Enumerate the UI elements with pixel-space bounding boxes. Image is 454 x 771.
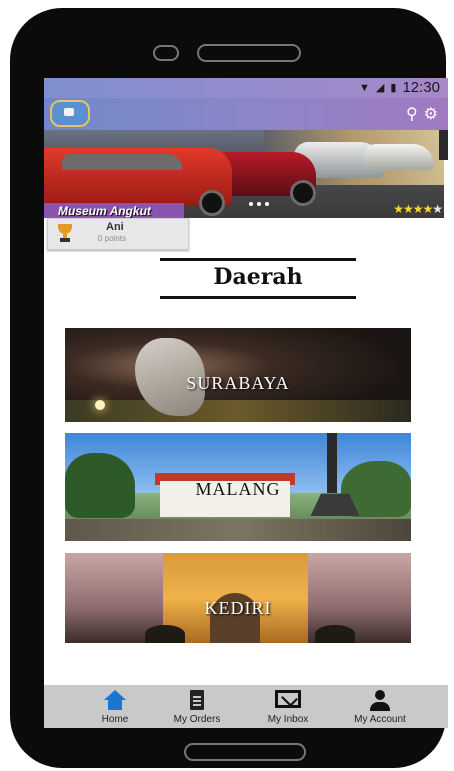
carousel-dot[interactable] (257, 202, 261, 206)
banner-title: Museum Angkut (58, 204, 151, 218)
document-icon (190, 690, 204, 710)
nav-my-orders[interactable]: My Orders (152, 685, 242, 728)
title-rule-bottom (160, 296, 356, 299)
nav-my-inbox[interactable]: My Inbox (243, 685, 333, 728)
user-points: 0 points (98, 234, 127, 243)
trophy-icon (58, 224, 72, 242)
featured-banner[interactable]: Museum Angkut ★★★★★ (44, 130, 444, 218)
user-name: Ani (106, 221, 124, 233)
star-icon: ★ (432, 202, 443, 216)
carousel-dot[interactable] (265, 202, 269, 206)
star-icon: ★ (422, 202, 433, 216)
region-label: MALANG (195, 479, 281, 499)
nav-label: My Orders (173, 714, 221, 725)
person-icon (369, 690, 391, 712)
star-icon: ★ (412, 202, 424, 216)
nav-home[interactable]: Home (70, 685, 160, 728)
user-card[interactable]: Ani 0 points (47, 218, 189, 250)
banner-wheel (199, 190, 225, 216)
region-label: KEDIRI (204, 598, 272, 618)
region-card-surabaya[interactable]: SURABAYA (65, 328, 411, 422)
earpiece-speaker (197, 44, 301, 62)
nav-label: Home (101, 714, 129, 725)
gear-icon[interactable]: ⚙ (424, 104, 438, 124)
front-camera (153, 45, 179, 61)
nav-my-account[interactable]: My Account (335, 685, 425, 728)
rating-stars: ★★★★★ (393, 202, 443, 216)
home-button[interactable] (184, 743, 306, 761)
carousel-dot[interactable] (249, 202, 253, 206)
region-card-kediri[interactable]: KEDIRI (65, 553, 411, 643)
cell-signal-icon: ◢ (375, 82, 385, 94)
battery-icon: ▮ (390, 82, 397, 94)
status-bar: ▼ ◢ ▮ 12:30 (44, 78, 448, 98)
wifi-icon: ▼ (359, 81, 370, 94)
region-label: SURABAYA (186, 373, 290, 393)
carousel-dots[interactable] (249, 202, 269, 206)
banner-car (364, 144, 434, 170)
star-icon: ★ (393, 202, 404, 216)
nav-label: My Account (354, 714, 406, 725)
app-bar: ⚲ ⚙ (44, 98, 448, 130)
nav-label: My Inbox (267, 714, 309, 725)
section-title: Daerah (213, 264, 303, 290)
status-time: 12:30 (402, 79, 440, 96)
bottom-navigation: Home My Orders My Inbox My Account (44, 685, 448, 728)
star-icon: ★ (402, 202, 414, 216)
title-rule-top (160, 258, 356, 261)
app-logo[interactable] (50, 100, 90, 127)
banner-wheel (290, 180, 316, 206)
app-screen: ▼ ◢ ▮ 12:30 ⚲ ⚙ Museum Angkut ★★★★★ Ani … (44, 78, 448, 728)
mail-icon (275, 690, 301, 708)
search-icon[interactable]: ⚲ (406, 104, 418, 124)
region-card-malang[interactable]: MALANG (65, 433, 411, 541)
scrollbar[interactable] (439, 130, 448, 160)
phone-frame: ▼ ◢ ▮ 12:30 ⚲ ⚙ Museum Angkut ★★★★★ Ani … (10, 8, 448, 768)
home-icon (104, 690, 126, 710)
